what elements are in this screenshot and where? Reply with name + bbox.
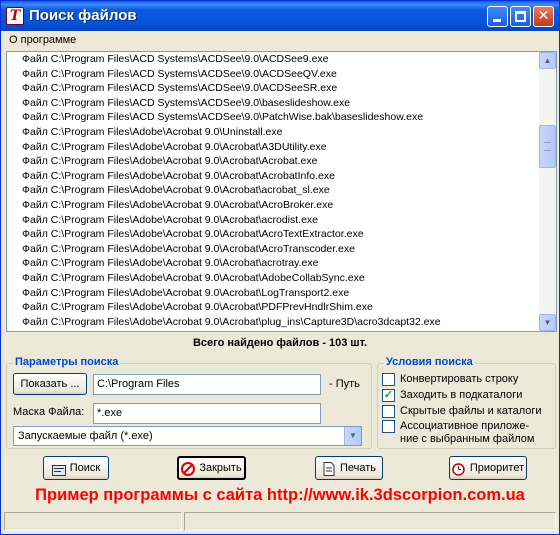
file-list-item[interactable]: Файл C:\Program Files\ACD Systems\ACDSee…	[7, 110, 540, 125]
priority-button[interactable]: Приоритет	[449, 456, 527, 480]
search-button[interactable]: Поиск	[43, 456, 109, 480]
convert-string-checkbox[interactable]	[382, 373, 395, 386]
search-conditions-group: Условия поиска Конвертировать строку ✓ З…	[377, 356, 556, 449]
file-list-item[interactable]: Файл C:\Program Files\Adobe\Acrobat 9.0\…	[7, 256, 540, 271]
file-list-item[interactable]: Файл C:\Program Files\Adobe\Acrobat 9.0\…	[7, 271, 540, 286]
search-conditions-title: Условия поиска	[384, 356, 475, 368]
file-type-select[interactable]: Запускаемые файл (*.exe) ▼	[13, 426, 362, 446]
status-panel-right	[184, 512, 556, 531]
scroll-thumb[interactable]	[539, 125, 556, 168]
file-list-item[interactable]: Файл C:\Program Files\Adobe\Acrobat 9.0\…	[7, 286, 540, 301]
search-button-label: Поиск	[69, 462, 101, 474]
hidden-files-checkbox[interactable]	[382, 405, 395, 418]
file-list-item[interactable]: Файл C:\Program Files\Adobe\Acrobat 9.0\…	[7, 125, 540, 140]
app-window: T Поиск файлов ✕ О программе Файл C:\Pro…	[0, 0, 560, 535]
scroll-up-icon[interactable]: ▲	[539, 52, 556, 69]
close-icon: ✕	[537, 8, 550, 24]
search-params-group: Параметры поиска Показать ... C:\Program…	[6, 356, 372, 449]
file-list-item[interactable]: Файл C:\Program Files\Adobe\Acrobat 9.0\…	[7, 140, 540, 155]
file-list-item[interactable]: Файл C:\Program Files\Adobe\Acrobat 9.0\…	[7, 315, 540, 330]
close-button[interactable]: Закрыть	[177, 456, 246, 480]
browse-button[interactable]: Показать ...	[13, 373, 87, 395]
file-list-rows: Файл C:\Program Files\ACD Systems\ACDSee…	[7, 52, 540, 329]
total-found-label: Всего найдено файлов - 103 шт.	[192, 337, 368, 349]
file-list-item[interactable]: Файл C:\Program Files\Adobe\Acrobat 9.0\…	[7, 183, 540, 198]
file-list-item[interactable]: Файл C:\Program Files\ACD Systems\ACDSee…	[7, 96, 540, 111]
file-list-item[interactable]: Файл C:\Program Files\Adobe\Acrobat 9.0\…	[7, 169, 540, 184]
hidden-files-label: Скрытые файлы и каталоги	[400, 405, 542, 417]
file-type-select-value: Запускаемые файл (*.exe)	[18, 430, 153, 442]
priority-button-label: Приоритет	[469, 462, 525, 474]
print-button-label: Печать	[339, 462, 377, 474]
document-icon	[322, 461, 336, 476]
status-panel-left	[4, 512, 182, 531]
close-button-label: Закрыть	[199, 462, 242, 474]
file-list-item[interactable]: Файл C:\Program Files\Adobe\Acrobat 9.0\…	[7, 242, 540, 257]
maximize-button[interactable]	[510, 6, 531, 27]
menu-bar: О программе	[1, 32, 559, 50]
title-bar[interactable]: T Поиск файлов ✕	[1, 1, 559, 31]
include-subdirs-checkbox[interactable]: ✓	[382, 389, 395, 402]
mask-input[interactable]: *.exe	[93, 403, 321, 424]
print-button[interactable]: Печать	[315, 456, 383, 480]
file-list[interactable]: Файл C:\Program Files\ACD Systems\ACDSee…	[6, 51, 557, 332]
path-label: - Путь	[329, 378, 360, 390]
file-list-item[interactable]: Файл C:\Program Files\Adobe\Acrobat 9.0\…	[7, 300, 540, 315]
file-list-item[interactable]: Файл C:\Program Files\Adobe\Acrobat 9.0\…	[7, 213, 540, 228]
app-icon: T	[6, 7, 24, 25]
search-icon	[51, 462, 66, 476]
file-list-item[interactable]: Файл C:\Program Files\Adobe\Acrobat 9.0\…	[7, 227, 540, 242]
menu-item-about[interactable]: О программе	[9, 34, 76, 46]
path-input[interactable]: C:\Program Files	[93, 374, 321, 395]
associated-app-label-line2: ние с выбранным файлом	[400, 433, 535, 445]
include-subdirs-label: Заходить в подкаталоги	[400, 389, 523, 401]
file-list-item[interactable]: Файл C:\Program Files\Adobe\Acrobat 9.0\…	[7, 154, 540, 169]
associated-app-label: Ассоциативное приложе-	[400, 420, 530, 432]
maximize-icon	[515, 11, 526, 22]
file-list-item[interactable]: Файл C:\Program Files\ACD Systems\ACDSee…	[7, 81, 540, 96]
mask-label: Маска Файла:	[13, 406, 85, 418]
file-list-item[interactable]: Файл C:\Program Files\ACD Systems\ACDSee…	[7, 52, 540, 67]
cancel-icon	[181, 461, 196, 476]
promo-text: Пример программы с сайта http://www.ik.3…	[35, 486, 525, 504]
close-window-button[interactable]: ✕	[533, 6, 554, 27]
search-params-title: Параметры поиска	[13, 356, 121, 368]
vertical-scrollbar[interactable]: ▲ ▼	[539, 52, 556, 331]
convert-string-label: Конвертировать строку	[400, 373, 519, 385]
chevron-down-icon[interactable]: ▼	[344, 427, 361, 445]
scroll-down-icon[interactable]: ▼	[539, 314, 556, 331]
window-title: Поиск файлов	[29, 7, 137, 24]
clock-icon	[452, 462, 466, 476]
associated-app-checkbox[interactable]	[382, 420, 395, 433]
minimize-icon	[493, 19, 501, 22]
file-list-item[interactable]: Файл C:\Program Files\ACD Systems\ACDSee…	[7, 67, 540, 82]
status-bar	[4, 512, 556, 532]
minimize-button[interactable]	[487, 6, 508, 27]
file-list-item[interactable]: Файл C:\Program Files\Adobe\Acrobat 9.0\…	[7, 198, 540, 213]
